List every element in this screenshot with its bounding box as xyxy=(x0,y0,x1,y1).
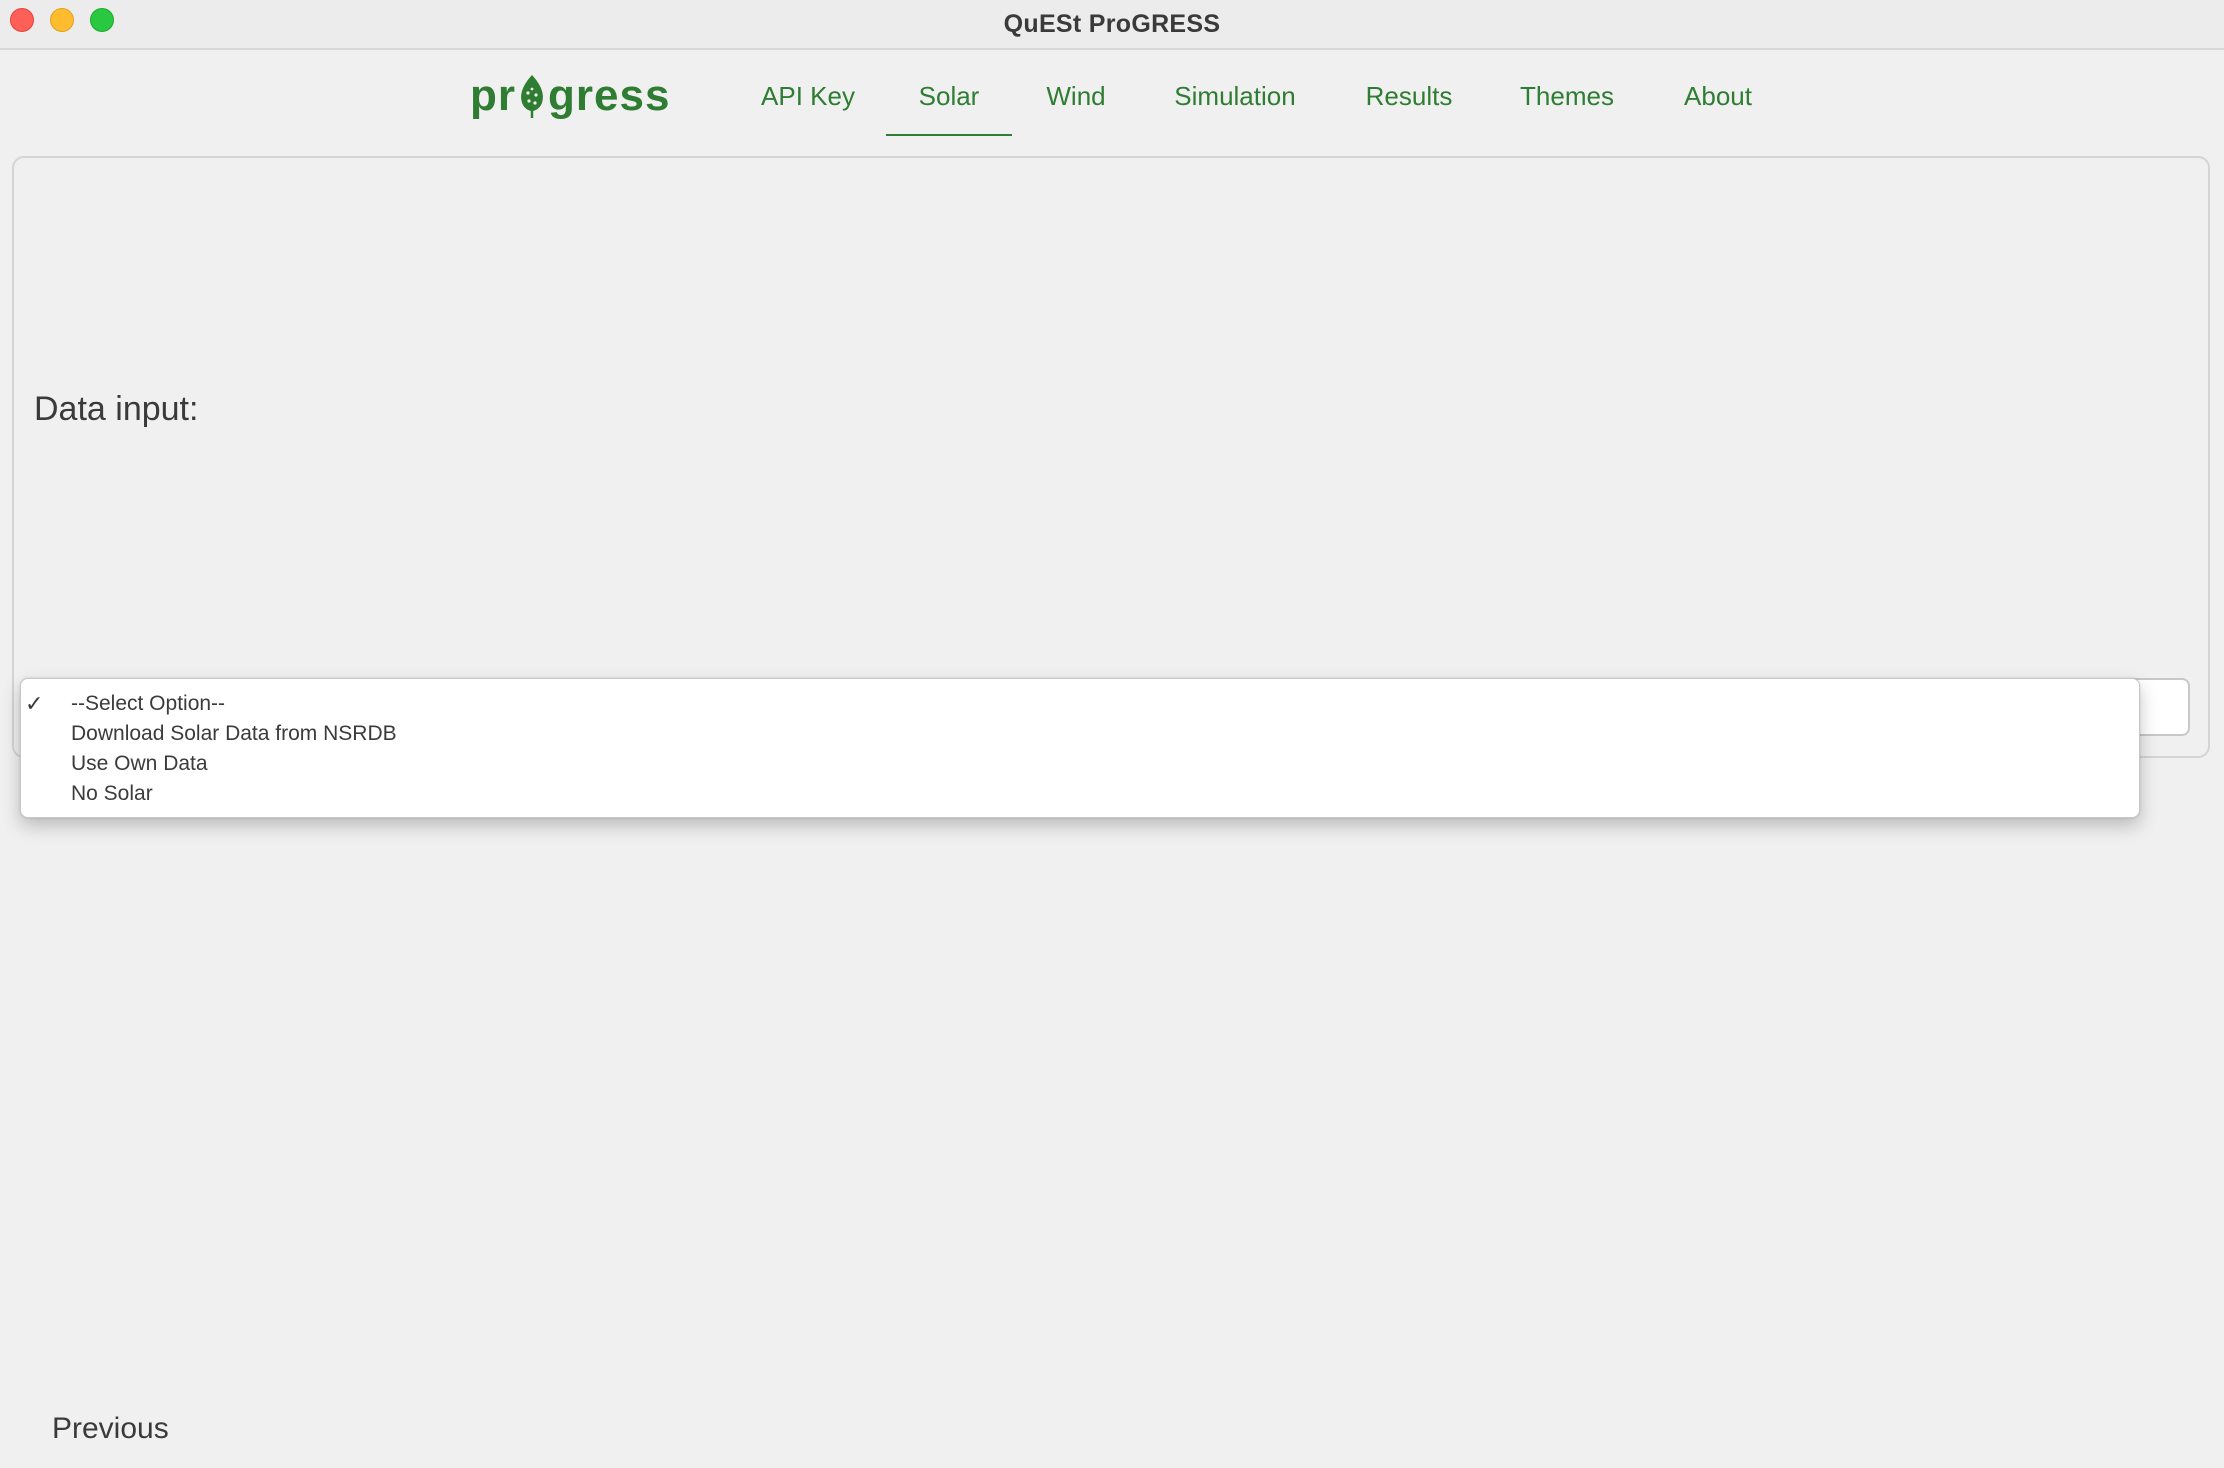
maximize-window-button[interactable] xyxy=(90,8,114,32)
window-title: QuESt ProGRESS xyxy=(1003,9,1221,38)
data-input-dropdown-menu: ✓ --Select Option-- Download Solar Data … xyxy=(20,678,2140,818)
app-window: QuESt ProGRESS pr gress API Key Solar Wi… xyxy=(0,0,2224,1468)
title-bar: QuESt ProGRESS xyxy=(0,0,2224,50)
option-label: No Solar xyxy=(71,782,153,805)
data-input-label: Data input: xyxy=(34,390,199,428)
tab-simulation[interactable]: Simulation xyxy=(1160,70,1310,136)
tab-wind[interactable]: Wind xyxy=(1030,70,1122,136)
option-no-solar[interactable]: No Solar xyxy=(21,779,2139,809)
minimize-window-button[interactable] xyxy=(50,8,74,32)
tab-api-key[interactable]: API Key xyxy=(742,70,874,136)
option-label: --Select Option-- xyxy=(71,692,226,715)
tab-solar[interactable]: Solar xyxy=(886,70,1012,136)
window-controls xyxy=(10,8,114,32)
tab-about[interactable]: About xyxy=(1668,70,1768,136)
tab-themes[interactable]: Themes xyxy=(1508,70,1626,136)
option-download-nsrdb[interactable]: Download Solar Data from NSRDB xyxy=(21,719,2139,749)
solar-panel xyxy=(12,156,2210,758)
close-window-button[interactable] xyxy=(10,8,34,32)
tab-results[interactable]: Results xyxy=(1348,70,1470,136)
logo-text-end: gress xyxy=(548,71,671,120)
checkmark-icon: ✓ xyxy=(25,691,44,716)
option-label: Use Own Data xyxy=(71,752,208,775)
progress-logo: pr gress xyxy=(470,66,670,126)
previous-button[interactable]: Previous xyxy=(52,1412,169,1446)
option-select-option[interactable]: ✓ --Select Option-- xyxy=(21,689,2139,719)
top-navigation: pr gress API Key Solar Wind Simulation R… xyxy=(0,50,2224,140)
option-use-own-data[interactable]: Use Own Data xyxy=(21,749,2139,779)
leaf-icon xyxy=(521,75,543,118)
logo-text-start: pr xyxy=(470,71,516,120)
option-label: Download Solar Data from NSRDB xyxy=(71,722,397,745)
